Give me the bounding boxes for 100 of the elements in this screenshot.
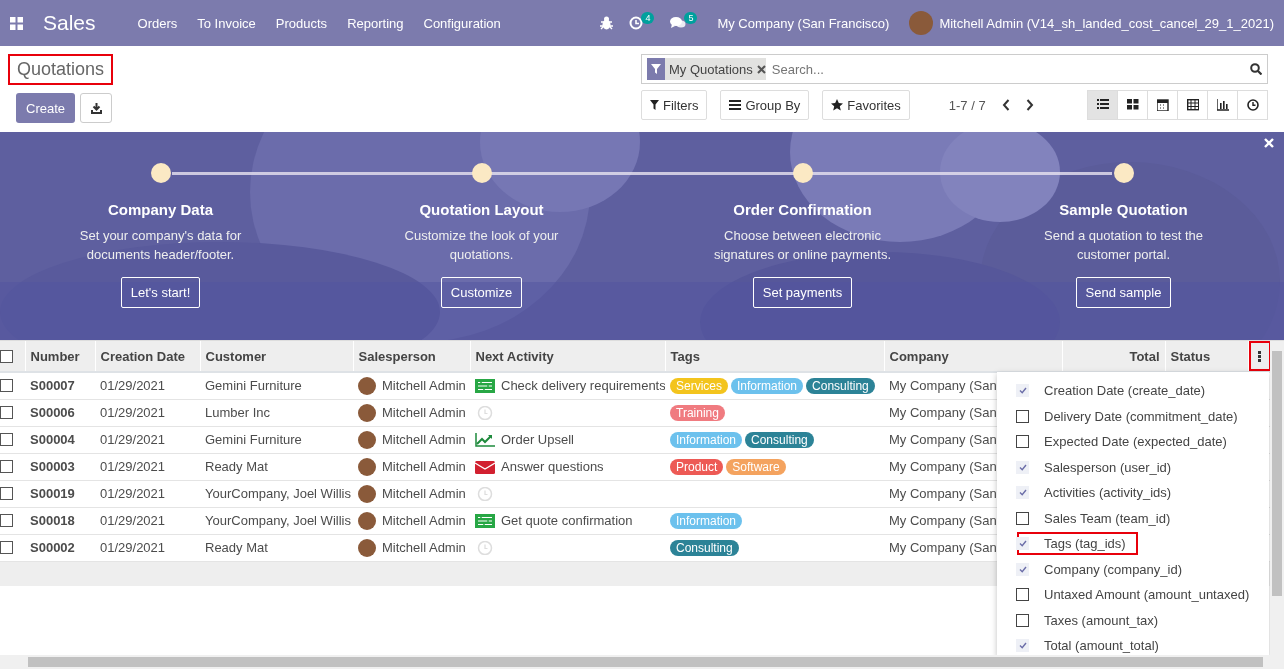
row-checkbox[interactable] — [0, 460, 13, 473]
next-icon[interactable] — [1025, 99, 1034, 111]
vertical-scrollbar[interactable] — [1270, 341, 1284, 655]
user-name[interactable]: Mitchell Admin (V14_sh_landed_cost_cancel_29_1_2021) — [939, 15, 1274, 31]
list-view-button[interactable] — [1087, 90, 1118, 120]
checkbox[interactable] — [1016, 460, 1029, 474]
checkbox[interactable] — [1016, 384, 1029, 398]
company-switcher[interactable]: My Company (San Francisco) — [717, 15, 890, 31]
column-header[interactable]: Creation Date — [95, 341, 200, 372]
column-option[interactable]: Taxes (amount_tax) — [1017, 608, 1171, 632]
bar-chart-icon — [1216, 99, 1229, 111]
table-cell: YourCompany, Joel Willis — [200, 480, 353, 507]
checkbox[interactable] — [1016, 588, 1029, 602]
checklist-icon[interactable] — [475, 378, 495, 393]
apps-icon[interactable] — [10, 16, 23, 30]
menu-item[interactable]: Orders — [137, 15, 178, 31]
favorites-button[interactable]: Favorites — [822, 90, 910, 120]
row-checkbox[interactable] — [0, 487, 13, 500]
table-cell: Answer questions — [501, 459, 604, 474]
step-button[interactable]: Customize — [440, 277, 523, 308]
checkbox[interactable] — [1016, 537, 1029, 551]
activity-view-button[interactable] — [1237, 90, 1268, 120]
tag: Information — [670, 512, 743, 529]
kanban-view-button[interactable] — [1117, 90, 1148, 120]
menu-item[interactable]: Products — [275, 15, 328, 31]
menu-item[interactable]: Configuration — [423, 15, 501, 31]
table-cell: Mitchell Admin — [382, 459, 466, 474]
group-by-button[interactable]: Group By — [720, 90, 810, 120]
column-header[interactable]: Company — [884, 341, 1062, 372]
list-icon — [1096, 99, 1109, 111]
checkbox[interactable] — [1016, 613, 1029, 627]
column-option[interactable]: Tags (tag_ids) — [1017, 532, 1138, 556]
remove-facet-icon[interactable] — [756, 64, 766, 74]
filter-facet[interactable]: My Quotations — [647, 58, 766, 80]
table-cell: 01/29/2021 — [95, 399, 200, 426]
table-cell: YourCompany, Joel Willis — [200, 507, 353, 534]
download-icon — [90, 102, 102, 114]
trend-chart-icon[interactable] — [475, 432, 495, 447]
tag: Product — [670, 458, 724, 475]
column-header[interactable]: Next Activity — [470, 341, 665, 372]
chat-icon[interactable] — [670, 16, 687, 30]
checklist-icon[interactable] — [475, 513, 495, 528]
close-icon[interactable] — [1264, 138, 1274, 148]
checkbox[interactable] — [1016, 409, 1029, 423]
search-field[interactable]: My Quotations Search... — [641, 54, 1268, 84]
table-cell: Mitchell Admin — [382, 432, 466, 447]
filters-button[interactable]: Filters — [641, 90, 708, 120]
step-description: Set your company's data for documents header/footer. — [78, 227, 243, 264]
checkbox[interactable] — [1016, 511, 1029, 525]
row-checkbox[interactable] — [0, 406, 13, 419]
pager-value[interactable]: 1-7 / 7 — [948, 97, 986, 113]
download-button[interactable] — [80, 93, 113, 123]
table-cell: Mitchell Admin — [382, 513, 466, 528]
checkbox[interactable] — [1016, 486, 1029, 500]
graph-view-button[interactable] — [1207, 90, 1238, 120]
step-title: Sample Quotation — [1059, 201, 1188, 218]
column-option[interactable]: Untaxed Amount (amount_untaxed) — [1017, 583, 1262, 607]
column-header[interactable]: Tags — [665, 341, 884, 372]
column-option[interactable]: Total (amount_total) — [1017, 634, 1171, 656]
app-name[interactable]: Sales — [43, 11, 96, 35]
envelope-icon[interactable] — [475, 459, 495, 474]
step-description: Choose between electronic signatures or online payments. — [712, 227, 892, 264]
tag: Services — [670, 377, 728, 394]
table-cell: S00002 — [25, 534, 95, 561]
table-cell: S00018 — [25, 507, 95, 534]
row-checkbox[interactable] — [0, 514, 13, 527]
column-header[interactable]: Customer — [200, 341, 353, 372]
avatar — [358, 376, 376, 395]
bug-icon[interactable] — [600, 16, 614, 30]
clock-icon — [1246, 99, 1259, 111]
checkbox[interactable] — [1016, 639, 1029, 653]
row-checkbox[interactable] — [0, 433, 13, 446]
clock-icon[interactable] — [629, 16, 644, 30]
column-header[interactable]: Salesperson — [353, 341, 470, 372]
activity-count-badge: 4 — [641, 12, 655, 24]
menu-item[interactable]: To Invoice — [197, 15, 256, 31]
horizontal-scrollbar[interactable] — [0, 655, 1284, 669]
select-all-checkbox[interactable] — [0, 349, 13, 363]
table-cell: Get quote confirmation — [501, 513, 633, 528]
calendar-view-button[interactable] — [1147, 90, 1178, 120]
row-checkbox[interactable] — [0, 379, 13, 393]
step-button[interactable]: Send sample — [1075, 277, 1172, 308]
column-header[interactable]: Total — [1062, 341, 1165, 372]
checkbox[interactable] — [1016, 435, 1029, 449]
create-button[interactable]: Create — [16, 93, 76, 123]
step-button[interactable]: Let's start! — [120, 277, 201, 308]
table-cell: Mitchell Admin — [382, 540, 466, 555]
pivot-view-button[interactable] — [1177, 90, 1208, 120]
column-header[interactable]: Number — [25, 341, 95, 372]
page-title: Quotations — [8, 54, 114, 85]
table-cell: Mitchell Admin — [382, 486, 466, 501]
menu-item[interactable]: Reporting — [347, 15, 404, 31]
table-cell: 01/29/2021 — [95, 507, 200, 534]
step-button[interactable]: Set payments — [752, 277, 853, 308]
step-description: Customize the look of your quotations. — [403, 227, 560, 264]
step-description: Send a quotation to test the customer portal. — [1043, 227, 1204, 264]
previous-icon[interactable] — [1001, 99, 1010, 111]
column-header[interactable]: Status — [1165, 341, 1248, 372]
row-checkbox[interactable] — [0, 541, 13, 554]
checkbox[interactable] — [1016, 562, 1029, 576]
